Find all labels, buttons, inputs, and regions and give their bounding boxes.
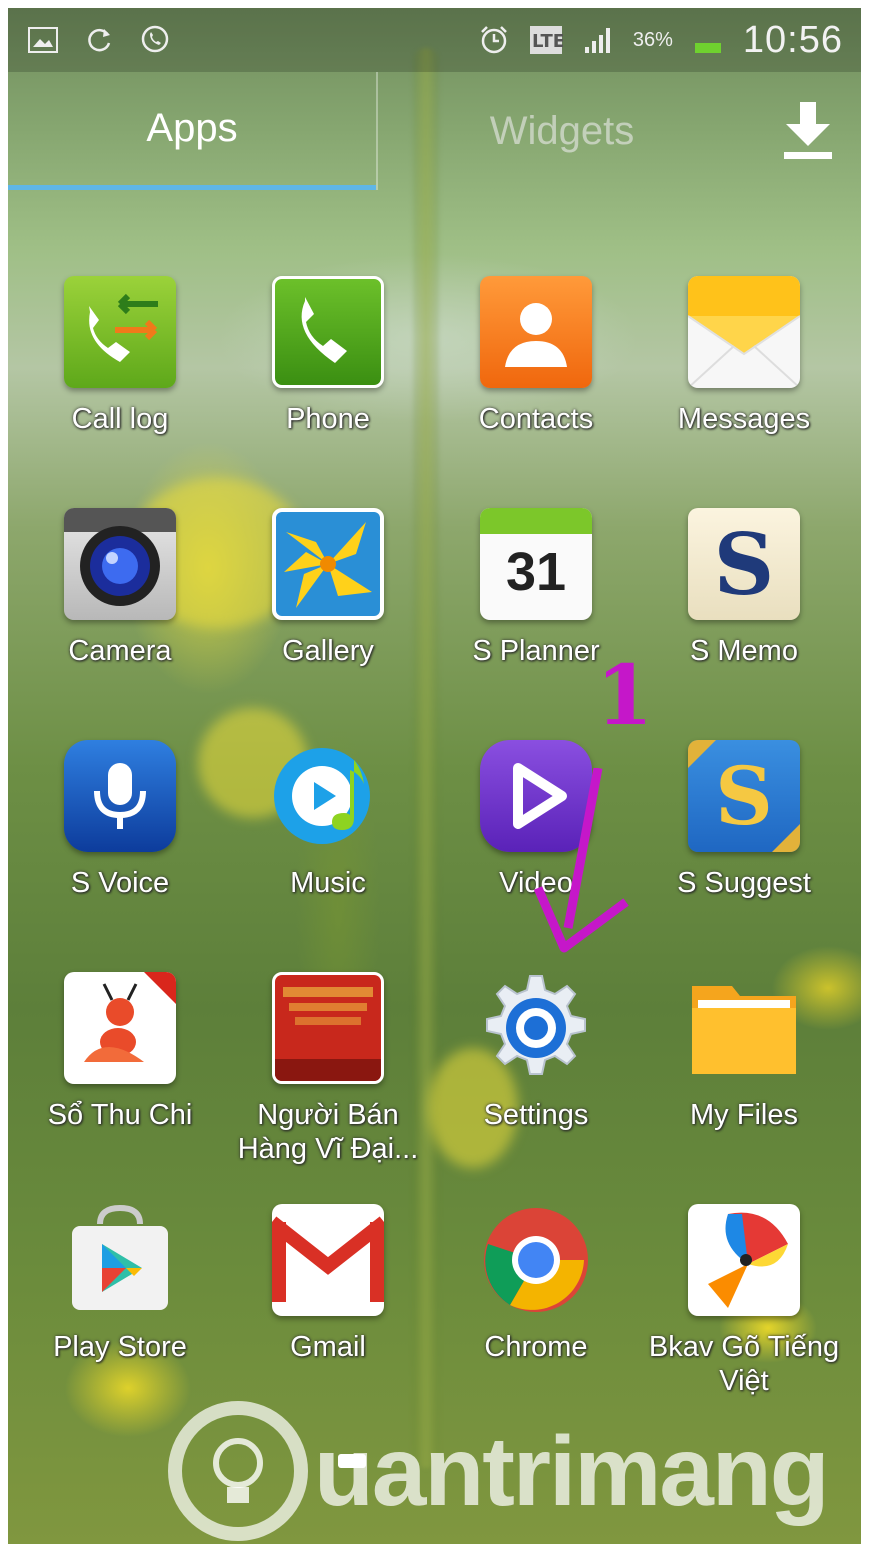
app-bkav-go-tieng-viet[interactable]: Bkav Gõ Tiếng Việt — [639, 1204, 849, 1414]
tab-widgets[interactable]: Widgets — [376, 72, 746, 190]
app-my-files[interactable]: My Files — [639, 972, 849, 1182]
memo-icon: S — [688, 508, 800, 620]
sync-icon — [82, 23, 116, 57]
app-s-voice[interactable]: S Voice — [15, 740, 225, 950]
app-so-thu-chi[interactable]: Sổ Thu Chi — [15, 972, 225, 1182]
app-label: Người Bán Hàng Vĩ Đại... — [237, 1099, 419, 1165]
contacts-icon — [480, 276, 592, 388]
microphone-icon — [64, 740, 176, 852]
ant-mascot-icon — [64, 972, 176, 1084]
image-notification-icon — [26, 23, 60, 57]
app-label: Gmail — [290, 1331, 366, 1363]
app-label: Music — [290, 867, 366, 899]
app-call-log[interactable]: Call log — [15, 276, 225, 486]
app-drawer-tabs: Apps Widgets — [8, 72, 861, 190]
signal-strength-icon — [581, 23, 615, 57]
app-music[interactable]: Music — [223, 740, 433, 950]
app-nguoi-ban-hang[interactable]: Người Bán Hàng Vĩ Đại... — [223, 972, 433, 1182]
app-camera[interactable]: Camera — [15, 508, 225, 718]
call-log-icon — [64, 276, 176, 388]
messages-icon — [688, 276, 800, 388]
app-label: S Voice — [70, 867, 170, 899]
app-play-store[interactable]: Play Store — [15, 1204, 225, 1414]
battery-percentage: 36% — [632, 28, 673, 51]
app-s-suggest[interactable]: S S Suggest — [639, 740, 849, 950]
data-transfer-icon: LTE — [529, 23, 563, 57]
book-cover-icon — [272, 972, 384, 1084]
tab-apps[interactable]: Apps — [8, 72, 376, 190]
app-label: Bkav Gõ Tiếng Việt — [648, 1331, 840, 1397]
bkav-icon — [688, 1204, 800, 1316]
app-gallery[interactable]: Gallery — [223, 508, 433, 718]
app-label: Contacts — [478, 403, 594, 435]
app-s-memo[interactable]: S S Memo — [639, 508, 849, 718]
app-label: Camera — [68, 635, 172, 667]
app-contacts[interactable]: Contacts — [431, 276, 641, 486]
download-icon[interactable] — [768, 92, 848, 172]
app-phone[interactable]: Phone — [223, 276, 433, 486]
app-label: Gallery — [282, 635, 374, 667]
app-messages[interactable]: Messages — [639, 276, 849, 486]
app-label: S Suggest — [677, 867, 811, 899]
app-label: Chrome — [484, 1331, 588, 1363]
viber-icon — [138, 23, 172, 57]
chrome-icon — [480, 1204, 592, 1316]
app-chrome[interactable]: Chrome — [431, 1204, 641, 1414]
annotation-arrow-icon — [533, 768, 629, 953]
status-bar: LTE 36% 10:56 — [8, 8, 861, 72]
app-label: My Files — [690, 1099, 798, 1131]
app-label: Settings — [483, 1099, 589, 1131]
home-screen: LTE 36% 10:56 Apps Widgets Call log Phon… — [8, 8, 861, 1544]
annotation-step-number: 1 — [596, 648, 654, 744]
gear-icon — [480, 972, 592, 1084]
battery-icon — [691, 23, 725, 57]
app-settings[interactable]: Settings — [431, 972, 641, 1182]
app-label: S Memo — [690, 635, 798, 667]
suggest-icon: S — [688, 740, 800, 852]
watermark-text: uantrimang — [314, 1415, 830, 1526]
calendar-icon: 31 — [480, 508, 592, 620]
play-store-icon — [64, 1204, 176, 1316]
lightbulb-logo-icon — [168, 1401, 308, 1541]
folder-icon — [688, 972, 800, 1084]
app-label: Sổ Thu Chi — [47, 1099, 193, 1131]
app-label: Play Store — [53, 1331, 187, 1363]
app-label: Phone — [286, 403, 370, 435]
app-gmail[interactable]: Gmail — [223, 1204, 433, 1414]
alarm-icon — [477, 23, 511, 57]
camera-icon — [64, 508, 176, 620]
phone-icon — [272, 276, 384, 388]
watermark: uantrimang — [168, 1398, 848, 1544]
app-label: Call log — [71, 403, 169, 435]
clock: 10:56 — [742, 18, 843, 61]
gmail-icon — [272, 1204, 384, 1316]
svg-text:LTE: LTE — [532, 31, 563, 52]
app-label: Messages — [677, 403, 811, 435]
music-icon — [272, 740, 384, 852]
gallery-icon — [272, 508, 384, 620]
